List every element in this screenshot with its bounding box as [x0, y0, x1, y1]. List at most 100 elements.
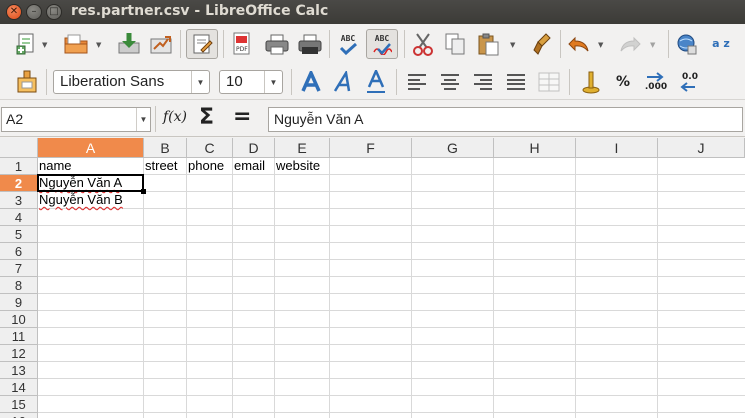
save-button[interactable] [115, 30, 143, 56]
row-header-7[interactable]: 7 [0, 260, 38, 277]
column-header-i[interactable]: I [576, 138, 658, 158]
column-header-e[interactable]: E [275, 138, 330, 158]
percent-icon: % [615, 74, 631, 90]
export-icon [150, 36, 172, 54]
print-preview-icon [298, 34, 322, 54]
row-header-13[interactable]: 13 [0, 362, 38, 379]
redo-button[interactable] [616, 31, 644, 57]
grid-line [38, 310, 745, 311]
column-header-g[interactable]: G [412, 138, 494, 158]
redo-icon [620, 36, 641, 52]
cell-a1[interactable]: name [38, 158, 72, 175]
spreadsheet-grid[interactable]: A B C D E F G H I J 1 2 3 4 5 6 7 8 9 10… [0, 138, 745, 418]
auto-spellcheck-toggle[interactable]: ABC [366, 29, 398, 59]
function-button[interactable]: = [233, 104, 251, 129]
hyperlink-button[interactable] [674, 31, 700, 57]
justify-button[interactable] [503, 69, 529, 95]
row-header-12[interactable]: 12 [0, 345, 38, 362]
row-header-3[interactable]: 3 [0, 192, 38, 209]
underline-button[interactable] [363, 69, 389, 95]
pdf-icon: PDF [233, 32, 250, 55]
export-button[interactable] [147, 30, 175, 56]
copy-button[interactable] [442, 31, 468, 57]
maximize-window-button[interactable]: □ [46, 4, 62, 20]
title-bar: ✕ – □ res.partner.csv - LibreOffice Calc [0, 0, 745, 24]
number-format-label: .000 [644, 82, 668, 92]
row-header-8[interactable]: 8 [0, 277, 38, 294]
row-header-4[interactable]: 4 [0, 209, 38, 226]
grid-line [38, 361, 745, 362]
number-format-arrow-icon [647, 72, 664, 82]
close-window-button[interactable]: ✕ [6, 4, 22, 20]
fill-handle[interactable] [141, 189, 146, 194]
row-header-14[interactable]: 14 [0, 379, 38, 396]
formula-input[interactable]: Nguyễn Văn A [268, 107, 743, 132]
print-preview-button[interactable] [296, 31, 324, 57]
redo-dropdown-arrow[interactable]: ▼ [650, 41, 655, 49]
styles-button[interactable] [14, 69, 40, 95]
row-header-10[interactable]: 10 [0, 311, 38, 328]
merge-cells-button[interactable] [536, 69, 562, 95]
cell-b1[interactable]: street [144, 158, 178, 175]
cell-a3[interactable]: Nguyễn Văn B [38, 192, 123, 209]
italic-button[interactable] [331, 69, 357, 95]
open-dropdown-arrow[interactable]: ▼ [96, 41, 101, 49]
row-header-16[interactable]: 16 [0, 413, 38, 418]
font-size-dropdown-arrow[interactable]: ▼ [264, 71, 282, 93]
function-wizard-button[interactable]: f(x) [163, 109, 187, 125]
cell-c1[interactable]: phone [187, 158, 224, 175]
paste-dropdown-arrow[interactable]: ▼ [510, 41, 515, 49]
cell-a2[interactable]: Nguyễn Văn A [38, 175, 122, 192]
align-left-button[interactable] [404, 69, 430, 95]
currency-format-button[interactable] [578, 69, 604, 95]
font-name-dropdown-arrow[interactable]: ▼ [191, 71, 209, 93]
row-header-2[interactable]: 2 [0, 175, 38, 192]
column-header-b[interactable]: B [144, 138, 187, 158]
column-header-j[interactable]: J [658, 138, 745, 158]
font-name-combobox[interactable]: Liberation Sans ▼ [53, 70, 210, 94]
cell-d1[interactable]: email [233, 158, 265, 175]
bold-button[interactable] [298, 69, 324, 95]
cut-button[interactable] [410, 31, 436, 57]
name-box[interactable]: A2 ▼ [1, 107, 151, 132]
sum-button[interactable]: Σ [199, 105, 214, 130]
undo-button[interactable] [565, 31, 593, 57]
add-decimal-button[interactable]: 0.0 [676, 69, 704, 95]
row-header-6[interactable]: 6 [0, 243, 38, 260]
row-header-5[interactable]: 5 [0, 226, 38, 243]
clone-formatting-button[interactable] [530, 31, 556, 57]
column-header-f[interactable]: F [330, 138, 412, 158]
font-size-combobox[interactable]: 10 ▼ [219, 70, 283, 94]
paste-button[interactable] [474, 31, 502, 57]
column-header-h[interactable]: H [494, 138, 576, 158]
window-title: res.partner.csv - LibreOffice Calc [71, 3, 329, 19]
toolbar-separator [404, 30, 405, 58]
column-header-a[interactable]: A [38, 138, 144, 158]
align-right-button[interactable] [470, 69, 496, 95]
open-button[interactable] [62, 32, 90, 56]
new-document-button[interactable] [14, 32, 38, 56]
row-header-9[interactable]: 9 [0, 294, 38, 311]
column-header-c[interactable]: C [187, 138, 233, 158]
new-dropdown-arrow[interactable]: ▼ [42, 41, 47, 49]
minimize-window-button[interactable]: – [26, 4, 42, 20]
cell-e1[interactable]: website [275, 158, 320, 175]
align-center-button[interactable] [437, 69, 463, 95]
export-pdf-button[interactable]: PDF [230, 31, 254, 57]
sort-ascending-button[interactable]: a z [707, 30, 735, 58]
row-header-11[interactable]: 11 [0, 328, 38, 345]
number-format-button[interactable]: .000 [642, 69, 670, 95]
column-header-d[interactable]: D [233, 138, 275, 158]
toolbar-separator [668, 30, 669, 58]
row-header-1[interactable]: 1 [0, 158, 38, 175]
undo-dropdown-arrow[interactable]: ▼ [598, 41, 603, 49]
print-button[interactable] [263, 31, 291, 57]
grid-line [38, 276, 745, 277]
edit-mode-button[interactable] [186, 29, 218, 59]
select-all-corner[interactable] [0, 138, 38, 158]
spelling-button[interactable]: ABC [334, 30, 362, 58]
spellcheck-icon [339, 42, 358, 55]
row-header-15[interactable]: 15 [0, 396, 38, 413]
name-box-dropdown-arrow[interactable]: ▼ [136, 108, 150, 131]
percent-format-button[interactable]: % [610, 69, 636, 95]
